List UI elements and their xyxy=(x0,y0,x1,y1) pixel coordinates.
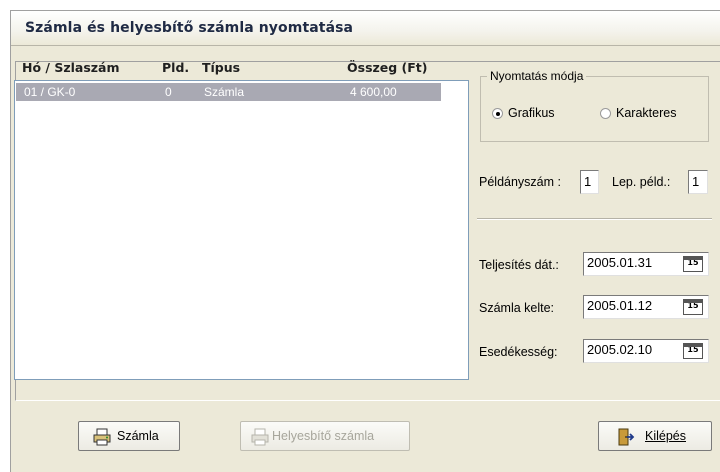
column-header-osszeg: Összeg (Ft) xyxy=(347,60,428,75)
copies-label: Példányszám : xyxy=(479,175,561,189)
helyesbito-szamla-button[interactable]: Helyesbítő számla xyxy=(240,421,410,451)
exit-door-icon xyxy=(618,428,635,446)
szamla-button[interactable]: Számla xyxy=(78,421,180,451)
calendar-icon[interactable]: 15 xyxy=(683,299,703,315)
invoice-list[interactable]: 01 / GK-0 0 Számla 4 600,00 xyxy=(14,80,469,380)
cell-tipus: Számla xyxy=(204,85,245,99)
esedekesseg-label: Esedékesség: xyxy=(479,345,558,359)
kilepes-button-label: Kilépés xyxy=(645,429,686,443)
table-row[interactable]: 01 / GK-0 0 Számla 4 600,00 xyxy=(16,83,441,101)
kelte-label: Számla kelte: xyxy=(479,301,555,315)
szamla-button-label: Számla xyxy=(117,429,159,443)
helyesbito-szamla-button-label: Helyesbítő számla xyxy=(272,429,375,443)
cell-ho-szlaszam: 01 / GK-0 xyxy=(24,85,76,99)
copies-input[interactable]: 1 xyxy=(580,170,599,194)
calendar-icon[interactable]: 15 xyxy=(683,256,703,272)
calendar-icon[interactable]: 15 xyxy=(683,343,703,359)
radio-karakteres-label: Karakteres xyxy=(616,106,677,120)
lep-copies-input[interactable]: 1 xyxy=(688,170,708,194)
title-bar: Számla és helyesbítő számla nyomtatása xyxy=(11,11,720,46)
divider xyxy=(477,218,712,220)
printer-icon xyxy=(251,428,269,446)
teljesites-label: Teljesítés dát.: xyxy=(479,258,559,272)
teljesites-date-value: 2005.01.31 xyxy=(587,255,653,270)
radio-grafikus[interactable]: Grafikus xyxy=(492,106,582,124)
kilepes-button[interactable]: Kilépés xyxy=(598,421,712,451)
radio-grafikus-label: Grafikus xyxy=(508,106,555,120)
column-header-pld: Pld. xyxy=(162,60,190,75)
printer-icon xyxy=(93,428,111,446)
column-header-ho-szlaszam: Hó / Szlaszám xyxy=(22,60,120,75)
radio-karakteres[interactable]: Karakteres xyxy=(600,106,705,124)
esedekesseg-date-value: 2005.02.10 xyxy=(587,342,653,357)
invoice-list-header: Hó / Szlaszám Pld. Típus Összeg (Ft) xyxy=(14,56,464,78)
cell-pld: 0 xyxy=(165,85,172,99)
lep-copies-label: Lep. péld.: xyxy=(612,175,671,189)
radio-grafikus-indicator xyxy=(492,108,503,119)
column-header-tipus: Típus xyxy=(202,60,241,75)
print-mode-legend: Nyomtatás módja xyxy=(487,69,587,83)
cell-osszeg: 4 600,00 xyxy=(350,85,397,99)
window-title: Számla és helyesbítő számla nyomtatása xyxy=(25,20,354,36)
radio-karakteres-indicator xyxy=(600,108,611,119)
kelte-date-value: 2005.01.12 xyxy=(587,298,653,313)
